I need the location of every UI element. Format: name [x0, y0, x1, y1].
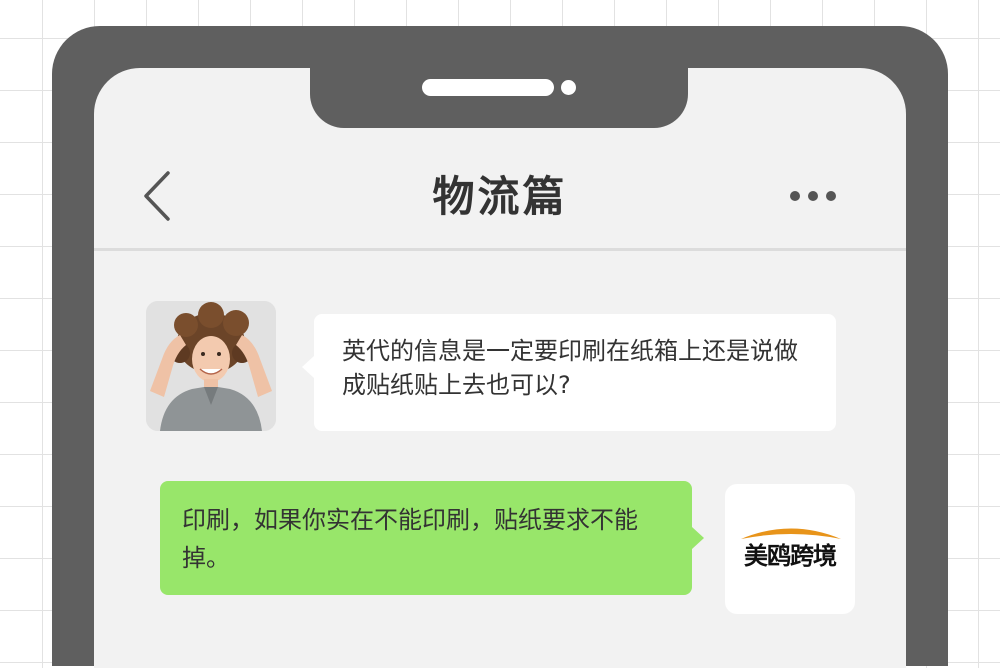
- speaker-grille: [422, 79, 554, 96]
- header-divider: [94, 248, 906, 251]
- incoming-message-bubble[interactable]: 英代的信息是一定要印刷在纸箱上还是说做成贴纸贴上去也可以?: [302, 314, 836, 431]
- chevron-left-icon[interactable]: [140, 170, 176, 222]
- brand-logo-text: 美鸥跨境: [744, 542, 837, 570]
- message-text: 印刷，如果你实在不能印刷，贴纸要求不能掉。: [182, 506, 638, 572]
- front-camera: [561, 80, 576, 95]
- customer-avatar[interactable]: [146, 301, 276, 431]
- outgoing-message-bubble[interactable]: 印刷，如果你实在不能印刷，贴纸要求不能掉。: [160, 481, 704, 595]
- page-title: 物流篇: [432, 172, 568, 221]
- brand-avatar[interactable]: 美鸥跨境: [725, 484, 855, 614]
- more-horizontal-icon[interactable]: [790, 186, 848, 204]
- message-text: 英代的信息是一定要印刷在纸箱上还是说做成贴纸贴上去也可以?: [342, 337, 798, 399]
